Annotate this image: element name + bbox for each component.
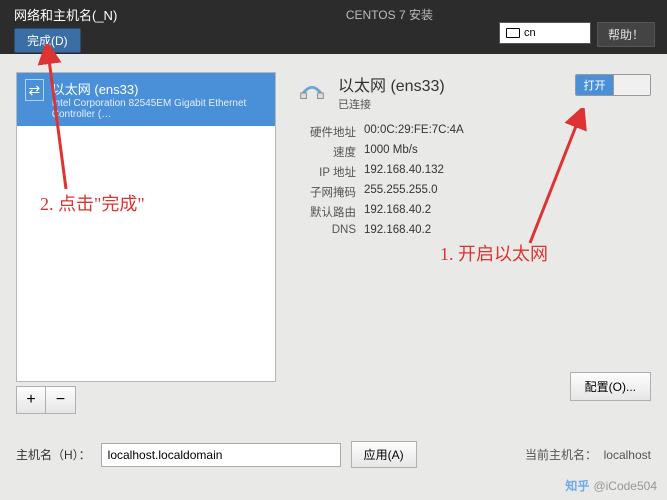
remove-device-button[interactable]: − <box>46 386 76 414</box>
configure-button[interactable]: 配置(O)... <box>570 372 651 401</box>
device-name: 以太网 (ens33) <box>338 72 445 96</box>
apply-hostname-button[interactable]: 应用(A) <box>351 441 417 468</box>
device-details: 硬件地址00:0C:29:FE:7C:4A 速度1000 Mb/s IP 地址1… <box>300 124 651 236</box>
hostname-input[interactable] <box>101 443 341 467</box>
hostname-label: 主机名（H）： <box>16 446 91 463</box>
device-status: 已连接 <box>338 96 445 112</box>
device-item-title: 以太网 (ens33) <box>52 79 267 98</box>
device-item-subtitle: Intel Corporation 82545EM Gigabit Ethern… <box>52 98 267 120</box>
toggle-on-label: 打开 <box>576 75 613 95</box>
keyboard-layout-selector[interactable]: cn <box>499 22 591 44</box>
add-device-button[interactable]: + <box>16 386 46 414</box>
lang-code: cn <box>524 27 536 39</box>
page-title: 网络和主机名(_N) <box>14 5 320 24</box>
ethernet-large-icon <box>296 76 328 108</box>
ethernet-icon: ⇄ <box>25 79 44 101</box>
done-button[interactable]: 完成(D) <box>14 28 81 53</box>
device-list-item[interactable]: ⇄ 以太网 (ens33) Intel Corporation 82545EM … <box>17 73 275 126</box>
installer-title: CENTOS 7 安装 <box>346 6 433 23</box>
device-list[interactable]: ⇄ 以太网 (ens33) Intel Corporation 82545EM … <box>16 72 276 382</box>
current-hostname: 当前主机名： localhost <box>525 446 651 463</box>
keyboard-icon <box>506 28 520 38</box>
toggle-knob <box>613 75 650 95</box>
watermark: 知乎@iCode504 <box>565 477 657 494</box>
ethernet-toggle[interactable]: 打开 <box>575 74 651 96</box>
help-button[interactable]: 帮助！ <box>597 22 655 47</box>
